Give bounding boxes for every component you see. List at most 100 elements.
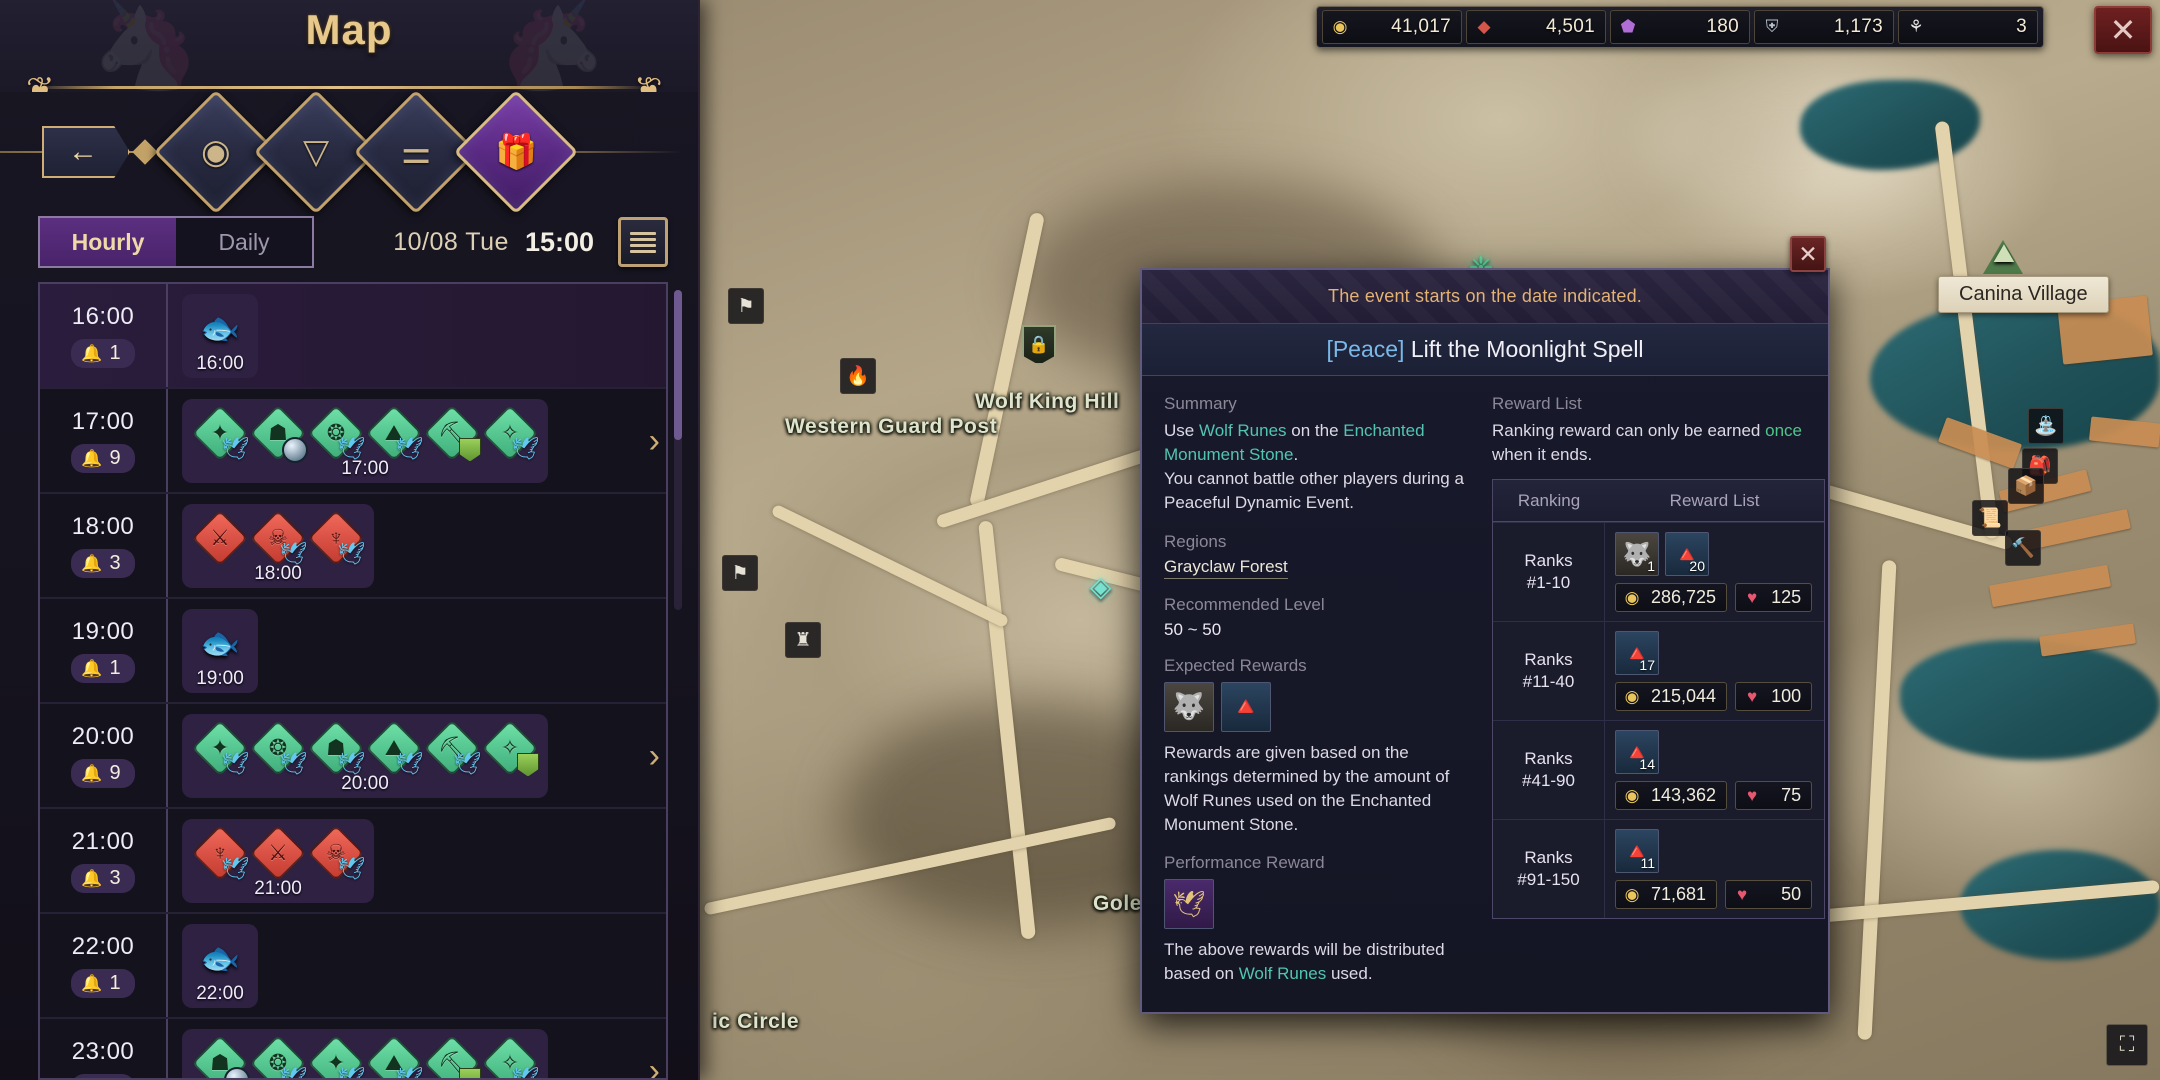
- reward-item-wolf[interactable]: 🐺 1: [1615, 532, 1659, 577]
- event-chip[interactable]: 🐟 22:00: [182, 923, 258, 1008]
- campfire-marker[interactable]: 🔥: [840, 358, 876, 394]
- close-window-button[interactable]: ✕: [2094, 6, 2152, 54]
- crystal-marker-grayclaw[interactable]: ◈: [1090, 570, 1112, 603]
- schedule-row[interactable]: 16:00 🔔 1 🐟 16:00: [40, 284, 666, 389]
- schedule-scrollbar[interactable]: [674, 290, 682, 610]
- chevron-right-icon[interactable]: ›: [649, 1054, 660, 1079]
- alarm-badge[interactable]: 🔔 3: [71, 864, 135, 893]
- schedule-list[interactable]: 16:00 🔔 1 🐟 16:00 17:00 🔔 9 ✦ 🕊 ☗ ❂ 🕊 ⛰ 🕊 ⛏ ✧ 🕊 17:00 › 18:0…: [38, 282, 668, 1080]
- schedule-row[interactable]: 23:00 🔔9 ☗❂🕊✦🕊⛰🕊⛏✧🕊23:00 ›: [40, 1019, 666, 1079]
- alarm-badge[interactable]: 🔔9: [71, 759, 135, 788]
- alarm-badge[interactable]: 🔔 3: [71, 549, 135, 578]
- alarm-badge[interactable]: 🔔9: [71, 444, 135, 473]
- link-wolf-runes-performance[interactable]: Wolf Runes: [1239, 964, 1327, 983]
- alarm-badge[interactable]: 🔔 1: [71, 339, 135, 368]
- schedule-row[interactable]: 21:00 🔔 3 ♆ 🕊 ⚔ ☠ 🕊 21:00: [40, 809, 666, 914]
- event-icon-green[interactable]: ✧ 🕊: [481, 404, 539, 461]
- event-icon-green[interactable]: ✧: [481, 719, 539, 777]
- event-chip[interactable]: ♆ 🕊 ⚔ ☠ 🕊 21:00: [182, 818, 374, 903]
- event-icon-green[interactable]: ✦ 🕊: [191, 404, 249, 461]
- event-icon-green[interactable]: ⛰ 🕊: [365, 404, 423, 461]
- alarm-badge[interactable]: 🔔 1: [71, 654, 135, 683]
- event-chip[interactable]: ⚔ ☠ 🕊 ♆ 🕊 18:00: [182, 503, 374, 588]
- event-icon-green[interactable]: ⛰ 🕊: [365, 719, 423, 776]
- event-icon-green[interactable]: ⛏ 🕊: [423, 719, 481, 776]
- monument-marker[interactable]: ♜: [785, 622, 821, 658]
- event-icon-green[interactable]: ✧ 🕊: [481, 1034, 539, 1078]
- event-icon-red[interactable]: ⚔: [249, 824, 307, 881]
- currency-honor-token[interactable]: ⛨ 1,173: [1754, 10, 1894, 44]
- crafting-marker[interactable]: 🔨: [2005, 530, 2041, 566]
- bell-icon: 🔔: [81, 553, 103, 573]
- event-chip[interactable]: 🐟 19:00: [182, 608, 258, 693]
- tab-daily[interactable]: Daily: [176, 218, 312, 266]
- event-icon-green[interactable]: ⛏: [423, 404, 481, 462]
- event-chip[interactable]: ✦ 🕊 ☗ ❂ 🕊 ⛰ 🕊 ⛏ ✧ 🕊 17:00: [182, 398, 548, 483]
- schedule-row[interactable]: 18:00 🔔 3 ⚔ ☠ 🕊 ♆ 🕊 18:00: [40, 494, 666, 599]
- reward-note-c: when it ends.: [1492, 445, 1593, 465]
- alarm-badge[interactable]: 🔔9: [71, 1074, 135, 1078]
- event-chip[interactable]: ☗❂🕊✦🕊⛰🕊⛏✧🕊23:00: [182, 1028, 548, 1078]
- back-button[interactable]: ←: [42, 126, 130, 178]
- reward-icon-phoenix[interactable]: 🕊: [1164, 879, 1214, 929]
- list-view-button[interactable]: [618, 217, 668, 267]
- schedule-row[interactable]: 19:00 🔔 1 🐟 19:00: [40, 599, 666, 704]
- event-chip[interactable]: 🐟 16:00: [182, 293, 258, 378]
- bell-icon: 🔔: [81, 763, 103, 783]
- scrollbar-thumb[interactable]: [674, 290, 682, 440]
- event-icon-fish[interactable]: 🐟: [194, 617, 246, 669]
- currency-ability-stone[interactable]: ⬟ 180: [1610, 10, 1750, 44]
- event-icon-green[interactable]: ☗: [249, 404, 308, 463]
- event-icon-green[interactable]: ⛏: [423, 1034, 481, 1078]
- dialog-close-button[interactable]: ✕: [1790, 236, 1826, 272]
- schedule-row[interactable]: 22:00 🔔 1 🐟 22:00: [40, 914, 666, 1019]
- map-zoom-button[interactable]: ⛶: [2106, 1024, 2148, 1066]
- schedule-row-time: 17:00: [71, 408, 135, 435]
- event-icon-green[interactable]: ❂ 🕊: [307, 404, 365, 461]
- nav-button-rewards[interactable]: 🎁: [453, 89, 579, 215]
- chevron-right-icon[interactable]: ›: [649, 739, 660, 773]
- event-icon-red[interactable]: ♆ 🕊: [307, 509, 365, 566]
- schedule-row-time-cell: 22:00 🔔 1: [40, 914, 168, 1017]
- reward-item-rune[interactable]: 🔺 14: [1615, 730, 1659, 775]
- flag-marker-north[interactable]: ⚑: [728, 288, 764, 324]
- event-icon-green[interactable]: ❂ 🕊: [249, 719, 307, 776]
- tab-hourly[interactable]: Hourly: [40, 218, 176, 266]
- event-icon-green[interactable]: ☗: [191, 1034, 250, 1078]
- currency-key[interactable]: ⚘ 3: [1898, 10, 2038, 44]
- event-icon-green[interactable]: ❂ 🕊: [249, 1034, 307, 1078]
- storage-marker[interactable]: 📦: [2008, 468, 2044, 504]
- event-icon-red[interactable]: ⚔: [191, 509, 249, 566]
- statue-marker[interactable]: ⛲: [2028, 408, 2064, 444]
- heart-icon: ♥: [1747, 686, 1758, 706]
- event-icon-green[interactable]: ✦ 🕊: [307, 1034, 365, 1078]
- schedule-row[interactable]: 17:00 🔔 9 ✦ 🕊 ☗ ❂ 🕊 ⛰ 🕊 ⛏ ✧ 🕊 17:00 ›: [40, 389, 666, 494]
- chevron-right-icon[interactable]: ›: [649, 424, 660, 458]
- event-icon-green[interactable]: ⛰ 🕊: [365, 1034, 423, 1078]
- event-icon-green[interactable]: ✦ 🕊: [191, 719, 249, 776]
- reward-item-rune[interactable]: 🔺 20: [1665, 532, 1709, 577]
- link-wolf-runes[interactable]: Wolf Runes: [1199, 421, 1287, 440]
- event-icon-fish[interactable]: 🐟: [194, 302, 246, 354]
- schedule-row-events: ♆ 🕊 ⚔ ☠ 🕊 21:00: [168, 809, 666, 912]
- reward-item-rune[interactable]: 🔺 11: [1615, 829, 1659, 874]
- flag-marker-west[interactable]: ⚑: [722, 555, 758, 591]
- event-chip[interactable]: ✦ 🕊 ❂ 🕊 ☗ 🕊 ⛰ 🕊 ⛏ 🕊 ✧ 20:00: [182, 713, 548, 798]
- currency-gold[interactable]: ◉ 41,017: [1322, 10, 1462, 44]
- reward-item-rune[interactable]: 🔺 17: [1615, 631, 1659, 676]
- event-icon-red[interactable]: ☠ 🕊: [249, 509, 307, 566]
- event-icon-red[interactable]: ☠ 🕊: [307, 824, 365, 881]
- event-icon-green[interactable]: ☗ 🕊: [307, 719, 365, 776]
- event-icon-fish[interactable]: 🐟: [194, 932, 246, 984]
- alarm-badge[interactable]: 🔔 1: [71, 969, 135, 998]
- rewards-icon: 🎁: [494, 133, 538, 171]
- quest-marker[interactable]: 📜: [1972, 500, 2008, 536]
- event-icon-red[interactable]: ♆ 🕊: [191, 824, 249, 881]
- region-value[interactable]: Grayclaw Forest: [1164, 557, 1288, 579]
- event-chip-time: 16:00: [196, 352, 244, 374]
- reward-icon-wolf[interactable]: 🐺: [1164, 681, 1214, 732]
- reward-icon-wolf-rune[interactable]: 🔺: [1221, 681, 1271, 732]
- schedule-row-events: 🐟 22:00: [168, 914, 666, 1017]
- schedule-row[interactable]: 20:00 🔔 9 ✦ 🕊 ❂ 🕊 ☗ 🕊 ⛰ 🕊 ⛏ 🕊 ✧ 20:00 ›: [40, 704, 666, 809]
- currency-contribution[interactable]: ◆ 4,501: [1466, 10, 1606, 44]
